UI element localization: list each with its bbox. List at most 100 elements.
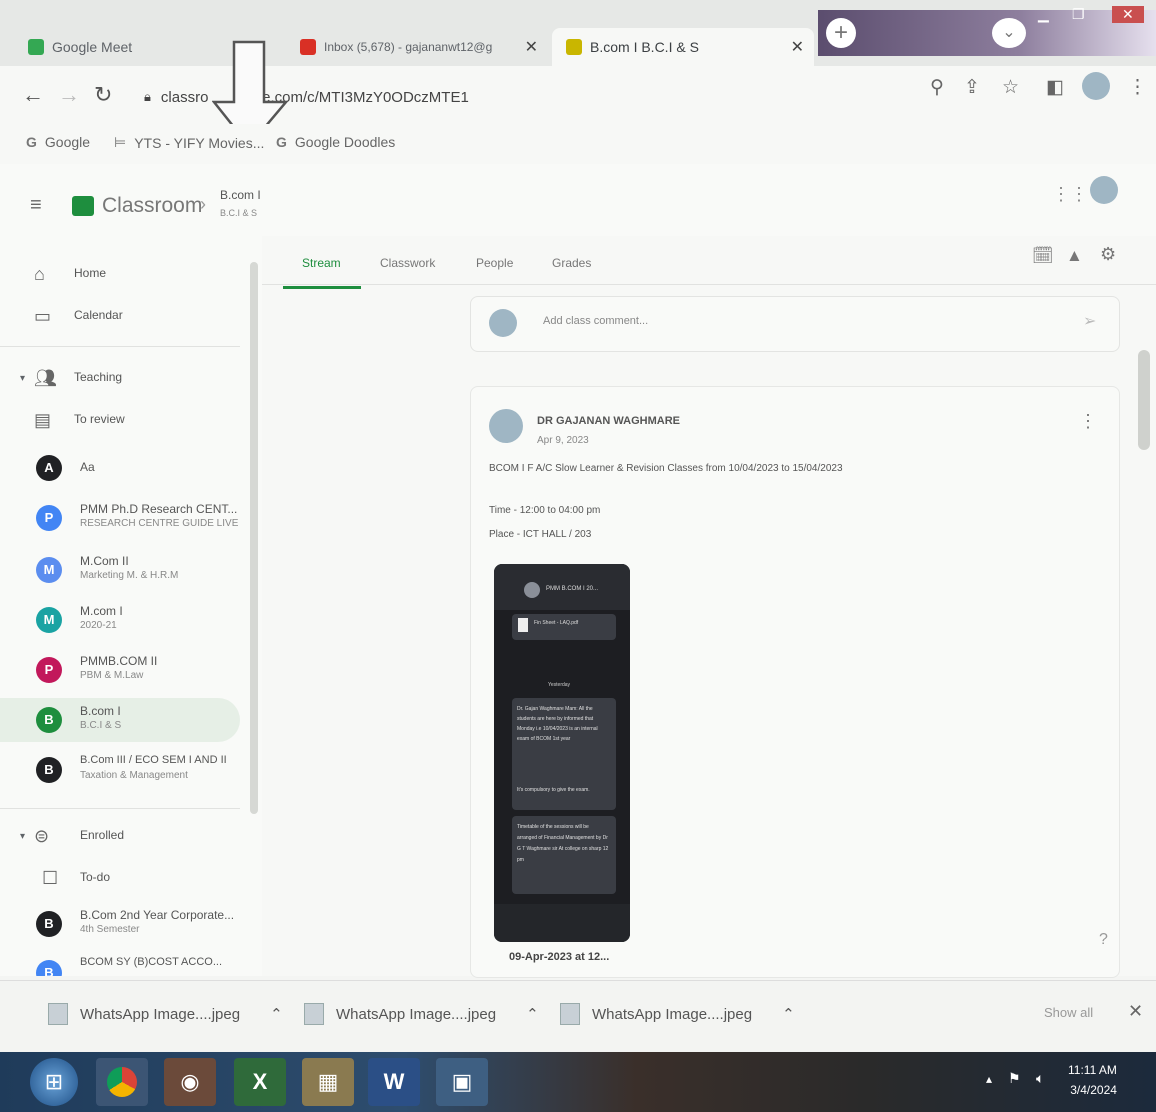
chrome-icon[interactable] <box>96 1058 148 1106</box>
file-name: Fin Sheet - LAQ.pdf <box>534 620 579 626</box>
sidebar-class-item[interactable]: M M.com I 2020-21 <box>0 598 240 642</box>
sidebar-class-item[interactable]: P PMMB.COM II PBM & M.Law <box>0 648 240 692</box>
excel-icon[interactable]: X <box>234 1058 286 1106</box>
sidebar-class-item[interactable]: B B.Com III / ECO SEM I AND II Taxation … <box>0 748 240 792</box>
attachment-caption[interactable]: 09-Apr-2023 at 12... <box>509 951 609 963</box>
file-explorer-icon[interactable]: ▦ <box>302 1058 354 1106</box>
chevron-up-icon[interactable]: ⌃ <box>782 1005 795 1023</box>
chevron-up-icon[interactable]: ⌃ <box>270 1005 283 1023</box>
main-scrollbar[interactable] <box>1138 350 1150 450</box>
message-text: Timetable of the sessions will be arrang… <box>517 824 609 863</box>
bookmark-google-doodles[interactable]: G Google Doodles <box>276 134 395 150</box>
volume-icon[interactable]: 🔈︎ <box>1036 1070 1044 1087</box>
class-comment-box[interactable]: Add class comment... ➢ <box>470 296 1120 352</box>
sidebar-item-todo[interactable]: ☐ To-do <box>0 856 240 900</box>
maximize-icon[interactable]: ❐ <box>1072 6 1085 23</box>
sidebar-class-item-selected[interactable]: B B.com I B.C.I & S <box>0 698 240 742</box>
class-avatar: B <box>36 960 62 976</box>
hamburger-menu-icon[interactable]: ≡ <box>30 194 42 217</box>
bookmark-star-icon[interactable]: ☆ <box>1002 76 1019 99</box>
share-icon[interactable]: ⇪ <box>964 76 980 99</box>
sidebar-item-to-review[interactable]: ▤ To review <box>0 398 240 442</box>
user-avatar <box>489 309 517 337</box>
forward-icon[interactable]: → <box>58 82 80 108</box>
new-tab-button[interactable]: + <box>826 18 856 48</box>
back-icon[interactable]: ← <box>22 82 44 108</box>
expand-icon: ▾ <box>20 372 26 384</box>
class-avatar: P <box>36 657 62 683</box>
firefox-icon[interactable]: ◉ <box>164 1058 216 1106</box>
chat-message: Dr. Gajan Waghmare Mam: All the students… <box>512 698 616 810</box>
download-item[interactable]: WhatsApp Image....jpeg ⌃ <box>560 1003 795 1025</box>
tab-classroom[interactable]: B.com I B.C.I & S ✕ <box>552 28 814 66</box>
downloads-bar: WhatsApp Image....jpeg ⌃ WhatsApp Image.… <box>0 980 1156 1053</box>
account-avatar[interactable] <box>1090 176 1118 204</box>
app-name[interactable]: Classroom <box>102 194 202 218</box>
word-icon[interactable]: W <box>368 1058 420 1106</box>
bookmark-label: Google <box>44 134 91 150</box>
send-icon[interactable]: ➢ <box>1083 311 1096 331</box>
bookmark-google[interactable]: G Google <box>26 134 90 150</box>
tab-people[interactable]: People <box>476 256 513 270</box>
post-place: Place - ICT HALL / 203 <box>489 529 592 540</box>
calendar-icon[interactable]: 🗓︎ <box>1032 246 1054 266</box>
show-all-button[interactable]: Show all <box>1044 1005 1093 1020</box>
sidebar-class-item[interactable]: P PMM Ph.D Research CENT... RESEARCH CEN… <box>0 496 240 540</box>
action-center-flag-icon[interactable]: ⚑ <box>1008 1070 1021 1087</box>
more-menu-icon[interactable]: ⋮ <box>1128 76 1147 99</box>
sidebar-class-item[interactable]: B B.Com 2nd Year Corporate... 4th Semest… <box>0 902 240 946</box>
chat-header: PMM B.COM I 20... <box>494 564 630 610</box>
tab-grades[interactable]: Grades <box>552 256 591 270</box>
tab-stream[interactable]: Stream <box>302 256 341 270</box>
close-icon[interactable]: ✕ <box>525 37 538 57</box>
system-clock[interactable]: 11:11 AM 3/4/2024 <box>1068 1060 1117 1100</box>
reload-icon[interactable]: ↻ <box>94 82 112 108</box>
sidebar-item-label: Home <box>74 266 107 280</box>
zoom-search-icon[interactable]: ⚲ <box>930 76 944 99</box>
start-button-icon[interactable]: ⊞ <box>30 1058 78 1106</box>
class-name: B.Com 2nd Year Corporate... <box>80 908 235 922</box>
tab-gmail-inbox[interactable]: Inbox (5,678) - gajananwt12@g ✕ <box>286 28 548 66</box>
sidebar-item-label: Calendar <box>74 308 123 322</box>
classroom-header: ≡ Classroom › B.com I B.C.I & S ⋮⋮⋮ <box>0 164 1156 237</box>
tab-classwork[interactable]: Classwork <box>380 256 435 270</box>
profile-avatar[interactable] <box>1082 72 1110 100</box>
tabstrip-background <box>818 10 1156 56</box>
bookmark-label: YTS - YIFY Movies... <box>134 134 265 151</box>
chat-input-bar <box>494 904 630 942</box>
tray-expand-icon[interactable]: ▴ <box>986 1072 992 1086</box>
divider <box>0 346 240 347</box>
photo-viewer-icon[interactable]: ▣ <box>436 1058 488 1106</box>
download-item[interactable]: WhatsApp Image....jpeg ⌃ <box>304 1003 539 1025</box>
sidebar-item-enrolled[interactable]: ▾ ⊜ Enrolled <box>0 814 240 858</box>
sidebar-class-item[interactable]: A Aa <box>0 446 240 490</box>
close-downloads-icon[interactable]: ✕ <box>1128 1001 1143 1022</box>
tabs-divider <box>262 284 1156 285</box>
side-panel-icon[interactable]: ◧ <box>1046 76 1064 99</box>
comment-placeholder[interactable]: Add class comment... <box>543 315 648 327</box>
chevron-up-icon[interactable]: ⌃ <box>526 1005 539 1023</box>
class-name: Aa <box>80 460 95 474</box>
close-window-icon[interactable]: ✕ <box>1112 6 1144 23</box>
close-icon[interactable]: ✕ <box>791 37 804 57</box>
download-name: WhatsApp Image....jpeg <box>592 1005 753 1023</box>
sidebar-item-calendar[interactable]: ▭ Calendar <box>0 294 240 338</box>
post-more-icon[interactable]: ⋮ <box>1079 411 1097 432</box>
settings-gear-icon[interactable]: ⚙ <box>1100 244 1116 265</box>
bookmark-yts[interactable]: ⊨ YTS - YIFY Movies... <box>114 134 264 151</box>
sidebar-item-home[interactable]: ⌂ Home <box>0 252 240 296</box>
class-avatar: A <box>36 455 62 481</box>
attachment-image[interactable]: PMM B.COM I 20... Fin Sheet - LAQ.pdf Ye… <box>494 564 630 942</box>
tab-search-icon[interactable]: ⌄ <box>992 18 1026 48</box>
sidebar-scrollbar[interactable] <box>250 262 258 814</box>
drive-folder-icon[interactable]: ▲ <box>1066 246 1083 266</box>
sidebar-item-teaching[interactable]: ▾ 👥︎ Teaching <box>0 356 240 400</box>
class-title[interactable]: B.com I <box>220 188 261 202</box>
sidebar-item-label: Teaching <box>74 370 123 384</box>
minimize-icon[interactable]: ▁ <box>1038 6 1049 23</box>
sidebar-class-item[interactable]: M M.Com II Marketing M. & H.R.M <box>0 548 240 592</box>
help-icon[interactable]: ? <box>1099 931 1108 949</box>
download-name: WhatsApp Image....jpeg <box>336 1005 497 1023</box>
download-item[interactable]: WhatsApp Image....jpeg ⌃ <box>48 1003 283 1025</box>
sidebar-class-item[interactable]: B BCOM SY (B)COST ACCO... <box>0 950 240 976</box>
